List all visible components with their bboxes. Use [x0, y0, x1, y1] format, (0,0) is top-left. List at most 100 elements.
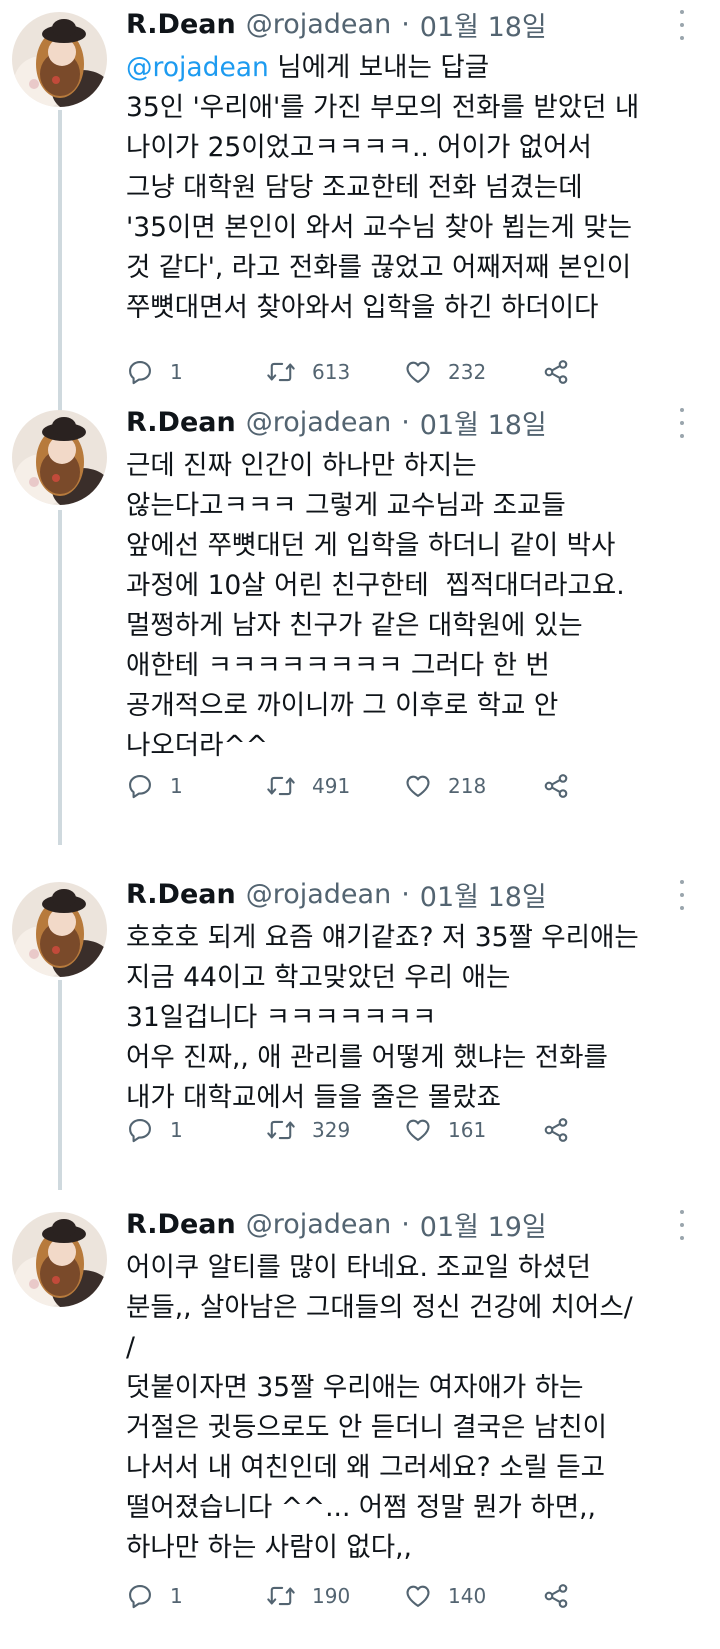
- tweet-header: R.Dean @rojadean · 01월 18일: [126, 874, 547, 914]
- retweet-button[interactable]: 491: [266, 768, 350, 804]
- avatar[interactable]: [12, 410, 107, 505]
- share-button[interactable]: [542, 768, 570, 804]
- tweet-header: R.Dean @rojadean · 01월 18일: [126, 4, 547, 44]
- display-name[interactable]: R.Dean: [126, 407, 236, 438]
- tweet-line: 쭈뼛대면서 찾아와서 입학을 하긴 하더이다: [126, 292, 599, 323]
- reply-count: 1: [170, 1584, 183, 1608]
- reply-icon: [129, 775, 151, 799]
- heart-icon: [406, 1119, 430, 1141]
- thread-line: [58, 980, 62, 1190]
- mention-link[interactable]: @rojadean: [126, 52, 269, 83]
- avatar[interactable]: [12, 882, 107, 977]
- tweet-line: 덧붙이자면 35짤 우리애는 여자애가 하는: [126, 1372, 584, 1403]
- tweet-actions: 1 613 232: [126, 354, 606, 390]
- tweet-line: 나서서 내 여친인데 왜 그러세요? 소릴 듣고: [126, 1452, 606, 1483]
- tweet-text: 호호호 되게 요즘 얘기같죠? 저 35짤 우리애는 지금 44이고 학고맞았던…: [126, 918, 711, 1118]
- retweet-count: 491: [312, 774, 351, 798]
- retweet-button[interactable]: 613: [266, 354, 350, 390]
- retweet-button[interactable]: 190: [266, 1578, 350, 1614]
- reply-button[interactable]: 1: [126, 1112, 183, 1148]
- like-button[interactable]: 218: [404, 768, 486, 804]
- reply-button[interactable]: 1: [126, 354, 183, 390]
- tweet-date[interactable]: 01월 18일: [420, 5, 547, 44]
- tweet-line: 앞에선 쭈뼛대던 게 입학을 하더니 같이 박사: [126, 530, 616, 561]
- tweet-line: 근데 진짜 인간이 하나만 하지는: [126, 450, 477, 481]
- retweet-count: 329: [312, 1118, 351, 1142]
- tweet-line: 과정에 10살 어린 친구한테 찝적대더라고요.: [126, 570, 625, 601]
- tweet-actions: 1 329 161: [126, 1112, 606, 1148]
- avatar[interactable]: [12, 1212, 107, 1307]
- thread-line: [58, 510, 62, 845]
- display-name[interactable]: R.Dean: [126, 9, 236, 40]
- heart-icon: [406, 1585, 430, 1607]
- tweet-line: 공개적으로 까이니까 그 이후로 학교 안: [126, 690, 559, 721]
- reply-context: @rojadean 님에게 보내는 답글: [126, 48, 711, 88]
- retweet-button[interactable]: 329: [266, 1112, 350, 1148]
- thread-line: [58, 110, 62, 415]
- reply-button[interactable]: 1: [126, 1578, 183, 1614]
- share-icon: [544, 774, 568, 798]
- tweet[interactable]: R.Dean @rojadean · 01월 18일 @rojadean 님에게…: [0, 0, 720, 415]
- like-count: 161: [448, 1118, 487, 1142]
- tweet-line: 애한테 ㅋㅋㅋㅋㅋㅋㅋㅋ 그러다 한 번: [126, 650, 550, 681]
- more-options-icon[interactable]: [674, 1210, 690, 1240]
- tweet-line: /: [126, 1332, 135, 1363]
- retweet-icon: [267, 1586, 295, 1606]
- tweet-text: 어이쿠 알티를 많이 타네요. 조교일 하셨던 분들,, 살아남은 그대들의 정…: [126, 1248, 711, 1568]
- tweet-date[interactable]: 01월 19일: [420, 1205, 547, 1244]
- share-icon: [544, 1118, 568, 1142]
- more-options-icon[interactable]: [674, 10, 690, 40]
- tweet[interactable]: R.Dean @rojadean · 01월 19일 어이쿠 알티를 많이 타네…: [0, 1200, 720, 1649]
- like-button[interactable]: 232: [404, 354, 486, 390]
- tweet-line: 호호호 되게 요즘 얘기같죠? 저 35짤 우리애는: [126, 922, 639, 953]
- tweet-line: 지금 44이고 학고맞았던 우리 애는: [126, 962, 511, 993]
- tweet-actions: 1 190 140: [126, 1578, 606, 1614]
- user-handle[interactable]: @rojadean: [246, 879, 391, 910]
- tweet-line: 않는다고ㅋㅋㅋ 그렇게 교수님과 조교들: [126, 490, 566, 521]
- tweet-actions: 1 491 218: [126, 768, 606, 804]
- share-icon: [544, 1584, 568, 1608]
- like-button[interactable]: 161: [404, 1112, 486, 1148]
- retweet-count: 613: [312, 360, 351, 384]
- share-button[interactable]: [542, 1578, 570, 1614]
- like-button[interactable]: 140: [404, 1578, 486, 1614]
- retweet-icon: [267, 362, 295, 382]
- tweet-date[interactable]: 01월 18일: [420, 403, 547, 442]
- tweet[interactable]: R.Dean @rojadean · 01월 18일 호호호 되게 요즘 얘기같…: [0, 870, 720, 1190]
- tweet-line: 멀쩡하게 남자 친구가 같은 대학원에 있는: [126, 610, 583, 641]
- tweet-line: 그냥 대학원 담당 조교한테 전화 넘겼는데: [126, 172, 583, 203]
- tweet-header: R.Dean @rojadean · 01월 19일: [126, 1204, 547, 1244]
- tweet-line: 31일겁니다 ㅋㅋㅋㅋㅋㅋㅋ: [126, 1002, 437, 1033]
- reply-icon: [129, 1585, 151, 1609]
- retweet-icon: [267, 776, 295, 796]
- share-button[interactable]: [542, 354, 570, 390]
- user-handle[interactable]: @rojadean: [246, 1209, 391, 1240]
- like-count: 140: [448, 1584, 487, 1608]
- like-count: 232: [448, 360, 487, 384]
- heart-icon: [406, 775, 430, 797]
- user-handle[interactable]: @rojadean: [246, 9, 391, 40]
- tweet-line: 어우 진짜,, 애 관리를 어떻게 했냐는 전화를: [126, 1042, 608, 1073]
- more-options-icon[interactable]: [674, 880, 690, 910]
- like-count: 218: [448, 774, 487, 798]
- tweet-date[interactable]: 01월 18일: [420, 875, 547, 914]
- heart-icon: [406, 361, 430, 383]
- tweet[interactable]: R.Dean @rojadean · 01월 18일 근데 진짜 인간이 하나만…: [0, 398, 720, 845]
- separator-dot: ·: [401, 878, 410, 910]
- user-handle[interactable]: @rojadean: [246, 407, 391, 438]
- tweet-line: 35인 '우리애'를 가진 부모의 전화를 받았던 내: [126, 92, 640, 123]
- avatar[interactable]: [12, 12, 107, 107]
- share-icon: [544, 360, 568, 384]
- reply-count: 1: [170, 774, 183, 798]
- retweet-count: 190: [312, 1584, 351, 1608]
- more-options-icon[interactable]: [674, 408, 690, 438]
- separator-dot: ·: [401, 8, 410, 40]
- share-button[interactable]: [542, 1112, 570, 1148]
- tweet-line: 거절은 귓등으로도 안 듣더니 결국은 남친이: [126, 1412, 607, 1443]
- reply-icon: [129, 1119, 151, 1143]
- display-name[interactable]: R.Dean: [126, 879, 236, 910]
- tweet-line: 떨어졌습니다 ^^... 어쩜 정말 뭔가 하면,,: [126, 1492, 596, 1523]
- reply-button[interactable]: 1: [126, 768, 183, 804]
- tweet-header: R.Dean @rojadean · 01월 18일: [126, 402, 547, 442]
- display-name[interactable]: R.Dean: [126, 1209, 236, 1240]
